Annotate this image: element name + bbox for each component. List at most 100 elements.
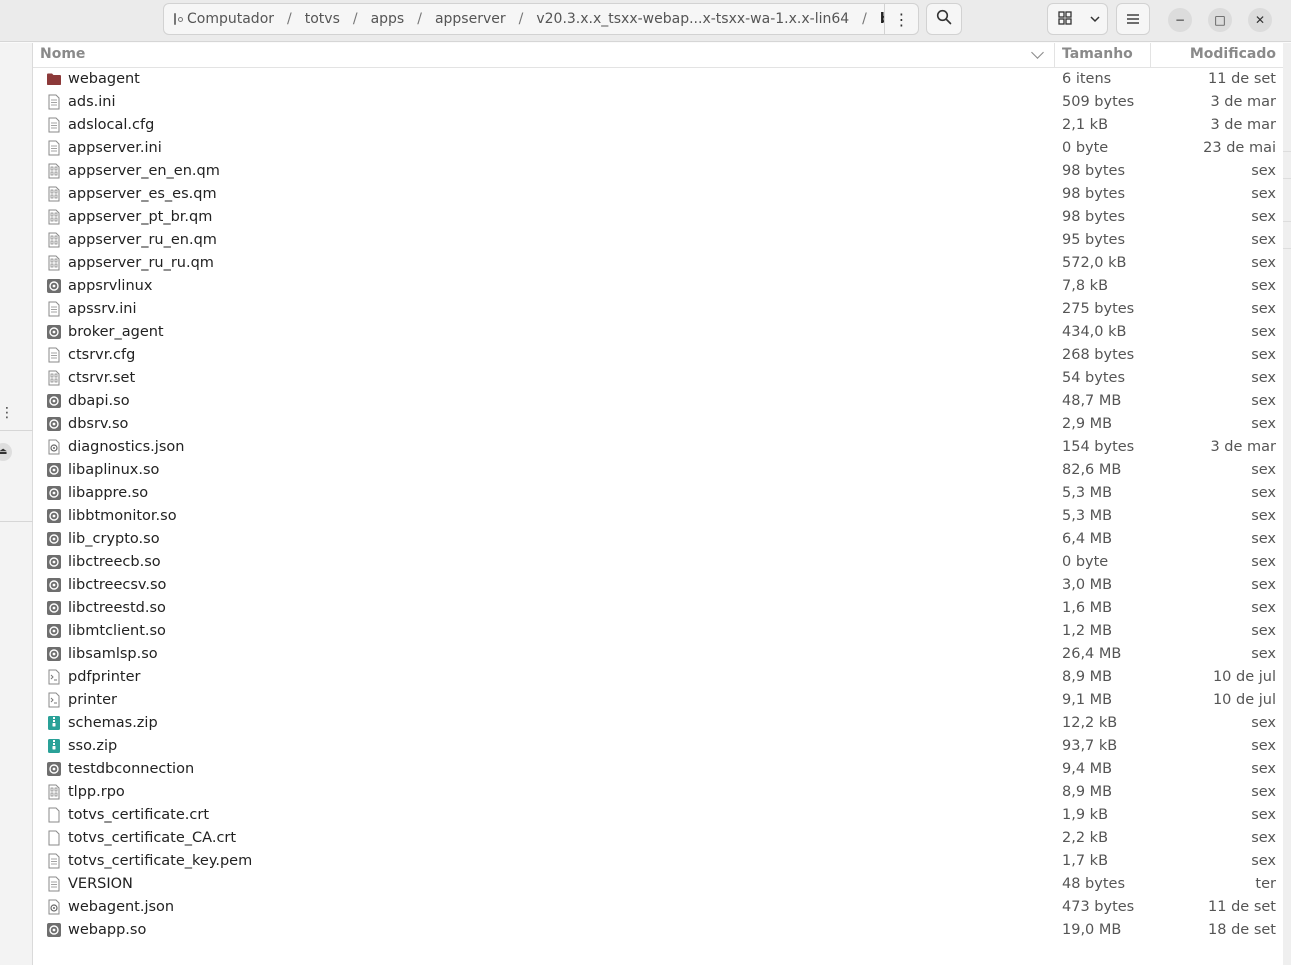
file-row[interactable]: ctsrvr.cfg 268 bytes sex <box>33 344 1283 367</box>
file-row[interactable]: broker_agent 434,0 kB sex <box>33 321 1283 344</box>
file-name: libctreecb.so <box>68 554 161 570</box>
view-options-dropdown[interactable] <box>1082 3 1108 35</box>
file-row[interactable]: ctsrvr.set 54 bytes sex <box>33 367 1283 390</box>
file-row[interactable]: appsrvlinux 7,8 kB sex <box>33 275 1283 298</box>
file-name: tlpp.rpo <box>68 784 125 800</box>
file-row[interactable]: libsamlsp.so 26,4 MB sex <box>33 643 1283 666</box>
binary-file-icon <box>46 163 62 179</box>
file-row[interactable]: apssrv.ini 275 bytes sex <box>33 298 1283 321</box>
path-segment[interactable]: bin <box>877 11 884 27</box>
eject-glyph: ⏏ <box>0 447 8 457</box>
file-row[interactable]: schemas.zip 12,2 kB sex <box>33 712 1283 735</box>
file-row[interactable]: dbsrv.so 2,9 MB sex <box>33 413 1283 436</box>
file-row[interactable]: appserver_en_en.qm 98 bytes sex <box>33 160 1283 183</box>
file-name: appserver_ru_en.qm <box>68 232 217 248</box>
file-row[interactable]: webagent 6 itens 11 de set <box>33 68 1283 91</box>
file-row[interactable]: libaplinux.so 82,6 MB sex <box>33 459 1283 482</box>
file-size: 6,4 MB <box>1062 531 1113 547</box>
column-name[interactable]: Nome <box>40 46 85 62</box>
file-row[interactable]: tlpp.rpo 8,9 MB sex <box>33 781 1283 804</box>
path-bar[interactable]: Computador / totvs / apps / appserver / v20.3.x.… <box>163 3 885 35</box>
file-row[interactable]: appserver_es_es.qm 98 bytes sex <box>33 183 1283 206</box>
file-row[interactable]: appserver_ru_ru.qm 572,0 kB sex <box>33 252 1283 275</box>
file-name: lib_crypto.so <box>68 531 160 547</box>
close-button[interactable]: ✕ <box>1248 8 1272 32</box>
file-modified: sex <box>1251 761 1276 777</box>
path-segment[interactable]: Computador <box>184 11 277 27</box>
file-row[interactable]: libctreecb.so 0 byte sex <box>33 551 1283 574</box>
file-name: printer <box>68 692 117 708</box>
column-size[interactable]: Tamanho <box>1054 43 1150 67</box>
file-row[interactable]: libctreecsv.so 3,0 MB sex <box>33 574 1283 597</box>
file-row[interactable]: ads.ini 509 bytes 3 de mar <box>33 91 1283 114</box>
path-separator: / <box>417 11 422 27</box>
blank-file-icon <box>46 830 62 846</box>
file-size: 2,2 kB <box>1062 830 1109 846</box>
file-row[interactable]: printer 9,1 MB 10 de jul <box>33 689 1283 712</box>
file-row[interactable]: dbapi.so 48,7 MB sex <box>33 390 1283 413</box>
file-name: pdfprinter <box>68 669 141 685</box>
json-file-icon <box>46 899 62 915</box>
executable-file-icon <box>46 485 62 501</box>
file-row[interactable]: appserver_ru_en.qm 95 bytes sex <box>33 229 1283 252</box>
file-row[interactable]: sso.zip 93,7 kB sex <box>33 735 1283 758</box>
eject-icon[interactable]: ⏏ <box>0 443 12 461</box>
file-row[interactable]: totvs_certificate_CA.crt 2,2 kB sex <box>33 827 1283 850</box>
json-file-icon <box>46 439 62 455</box>
file-row[interactable]: webagent.json 473 bytes 11 de set <box>33 896 1283 919</box>
file-row[interactable]: totvs_certificate_key.pem 1,7 kB sex <box>33 850 1283 873</box>
maximize-button[interactable]: □ <box>1208 8 1232 32</box>
file-row[interactable]: libmtclient.so 1,2 MB sex <box>33 620 1283 643</box>
file-name: webagent.json <box>68 899 175 915</box>
path-segment[interactable]: appserver <box>432 11 509 27</box>
file-row[interactable]: adslocal.cfg 2,1 kB 3 de mar <box>33 114 1283 137</box>
file-row[interactable]: totvs_certificate.crt 1,9 kB sex <box>33 804 1283 827</box>
file-row[interactable]: webapp.so 19,0 MB 18 de set <box>33 919 1283 942</box>
executable-file-icon <box>46 324 62 340</box>
file-size: 19,0 MB <box>1062 922 1122 938</box>
file-row[interactable]: appserver.ini 0 byte 23 de mai <box>33 137 1283 160</box>
binary-file-icon <box>46 186 62 202</box>
search-button[interactable] <box>926 3 962 35</box>
path-segment[interactable]: totvs <box>302 11 343 27</box>
file-size: 154 bytes <box>1062 439 1135 455</box>
file-row[interactable]: diagnostics.json 154 bytes 3 de mar <box>33 436 1283 459</box>
path-segment[interactable]: apps <box>368 11 408 27</box>
file-modified: sex <box>1251 646 1276 662</box>
file-row[interactable]: appserver_pt_br.qm 98 bytes sex <box>33 206 1283 229</box>
binary-file-icon <box>46 255 62 271</box>
file-size: 0 byte <box>1062 554 1109 570</box>
file-name: adslocal.cfg <box>68 117 155 133</box>
file-name: totvs_certificate_CA.crt <box>68 830 237 846</box>
search-icon <box>936 9 952 29</box>
file-row[interactable]: testdbconnection 9,4 MB sex <box>33 758 1283 781</box>
file-row[interactable]: pdfprinter 8,9 MB 10 de jul <box>33 666 1283 689</box>
file-size: 3,0 MB <box>1062 577 1113 593</box>
drive-icon <box>174 13 183 25</box>
path-menu-button[interactable]: ⋮ <box>885 3 919 35</box>
file-row[interactable]: VERSION 48 bytes ter <box>33 873 1283 896</box>
view-grid-button[interactable] <box>1047 3 1083 35</box>
file-name: totvs_certificate_key.pem <box>68 853 253 869</box>
file-row[interactable]: lib_crypto.so 6,4 MB sex <box>33 528 1283 551</box>
file-row[interactable]: libappre.so 5,3 MB sex <box>33 482 1283 505</box>
main-menu-button[interactable] <box>1116 3 1150 35</box>
file-row[interactable]: libbtmonitor.so 5,3 MB sex <box>33 505 1283 528</box>
executable-file-icon <box>46 623 62 639</box>
edge-mark <box>1283 151 1291 179</box>
file-size: 509 bytes <box>1062 94 1135 110</box>
file-modified: sex <box>1251 232 1276 248</box>
file-size: 434,0 kB <box>1062 324 1127 340</box>
file-name: testdbconnection <box>68 761 195 777</box>
sort-chevron-icon[interactable] <box>1031 46 1044 59</box>
minimize-button[interactable]: − <box>1168 8 1192 32</box>
file-name: libbtmonitor.so <box>68 508 177 524</box>
file-modified: 3 de mar <box>1210 439 1276 455</box>
file-name: schemas.zip <box>68 715 158 731</box>
sidebar-more-icon[interactable]: ⋮ <box>0 405 14 421</box>
text-file-icon <box>46 94 62 110</box>
path-segment[interactable]: v20.3.x.x_tsxx-webap...x-tsxx-wa-1.x.x-l… <box>533 11 852 27</box>
file-name: VERSION <box>68 876 133 892</box>
file-row[interactable]: libctreestd.so 1,6 MB sex <box>33 597 1283 620</box>
column-modified[interactable]: Modificado <box>1150 43 1276 67</box>
